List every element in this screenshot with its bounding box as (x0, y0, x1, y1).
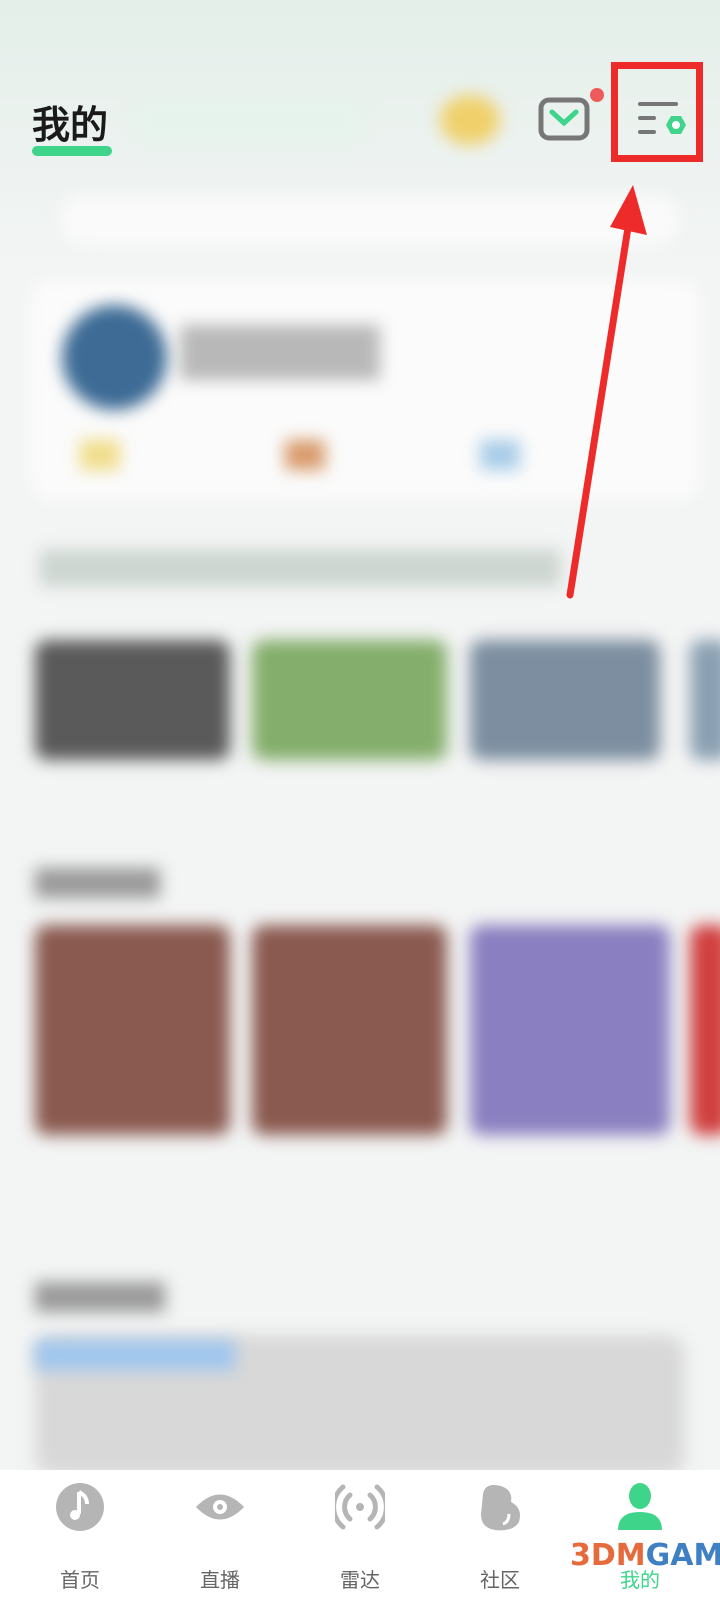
bottom-nav: 首页 直播 雷达 社区 我的 (0, 1470, 720, 1600)
video-card[interactable] (35, 925, 230, 1135)
video-card[interactable] (470, 925, 670, 1135)
profile-shortcut[interactable] (480, 440, 520, 470)
radar-icon (335, 1484, 385, 1530)
page-title: 我的 (32, 103, 109, 147)
vip-badge-icon[interactable] (440, 95, 500, 145)
mail-icon[interactable] (538, 97, 590, 141)
playlist-card[interactable] (690, 640, 720, 760)
playlist-card[interactable] (252, 640, 447, 760)
title-underline (32, 146, 112, 156)
bean-icon (481, 1485, 520, 1531)
notice-bar[interactable] (40, 550, 560, 586)
profile-shortcut[interactable] (285, 440, 325, 470)
eye-icon (196, 1494, 244, 1520)
username (180, 325, 380, 380)
video-card[interactable] (690, 925, 720, 1135)
avatar[interactable] (62, 305, 167, 410)
playlist-card[interactable] (470, 640, 660, 760)
playlist-card[interactable] (35, 640, 230, 760)
profile-shortcut[interactable] (80, 440, 120, 470)
notification-dot (590, 88, 604, 102)
search-pill[interactable] (135, 98, 365, 144)
pointer-arrow (566, 185, 647, 599)
watermark: 3DMGAME (570, 1538, 720, 1573)
user-icon (618, 1483, 662, 1530)
music-note-icon (56, 1483, 104, 1531)
section-title (35, 1282, 165, 1312)
section-title (35, 868, 160, 898)
video-card[interactable] (252, 925, 447, 1135)
highlight-box (611, 62, 703, 162)
list-tag (35, 1340, 235, 1370)
